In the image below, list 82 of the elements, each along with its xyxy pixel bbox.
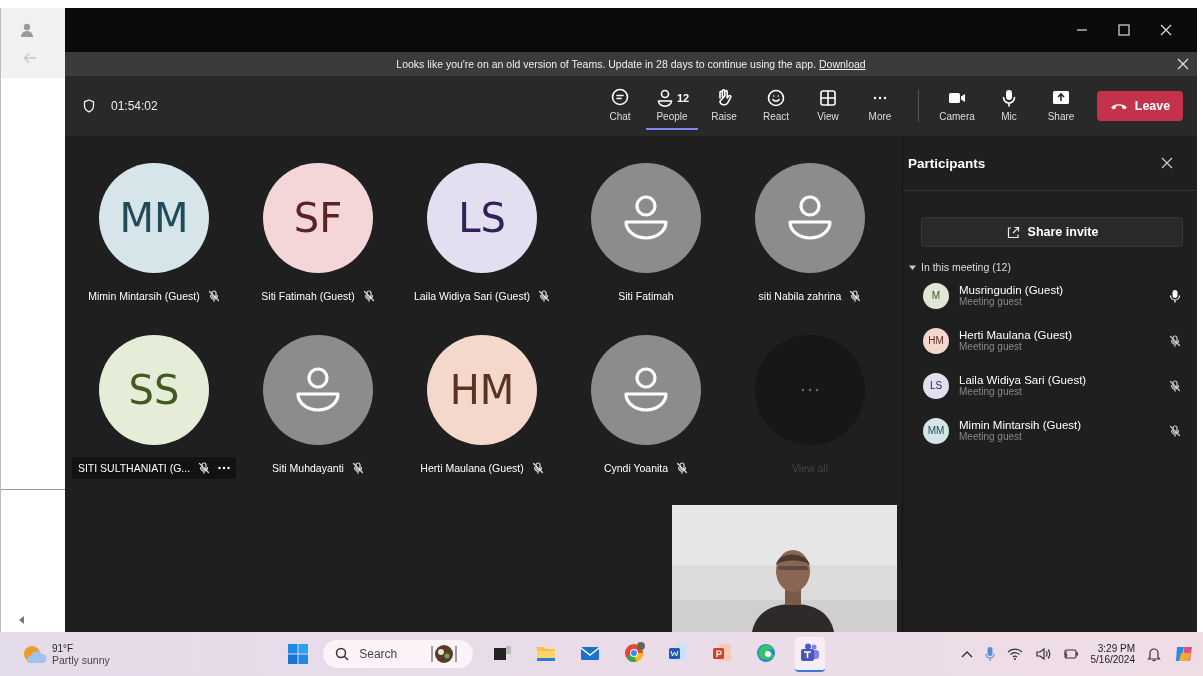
share-icon xyxy=(1005,225,1020,239)
more-icon xyxy=(872,96,888,100)
react-button[interactable]: React xyxy=(750,82,802,130)
bell-icon[interactable] xyxy=(1147,646,1161,662)
volume-icon[interactable] xyxy=(1034,647,1051,661)
participant-row[interactable]: HM Herti Maulana (Guest) Meeting guest xyxy=(903,318,1197,363)
chevron-up-icon[interactable] xyxy=(960,650,973,658)
section-header[interactable]: In this meeting (12) xyxy=(909,261,1197,273)
participant-name: siti Nabila zahrina xyxy=(758,290,842,302)
battery-icon[interactable] xyxy=(1062,648,1079,660)
start-icon[interactable] xyxy=(287,643,310,665)
participant-name: Herti Maulana (Guest) xyxy=(959,329,1074,341)
more-icon xyxy=(801,388,819,392)
participant-name: Cyndi Yoanita xyxy=(603,462,669,474)
raise-button[interactable]: Raise xyxy=(698,82,750,130)
food-bowl-icon xyxy=(429,643,460,665)
wifi-icon[interactable] xyxy=(1006,647,1023,661)
scroll-left-icon[interactable] xyxy=(19,616,25,624)
participant-role: Meeting guest xyxy=(959,431,1023,442)
mic-button[interactable]: Mic xyxy=(983,82,1035,130)
participant-name: Laila Widiya Sari (Guest) xyxy=(413,290,531,302)
search-icon xyxy=(335,647,350,661)
participant-row[interactable]: LS Laila Widiya Sari (Guest) Meeting guest xyxy=(903,363,1197,408)
more-button[interactable]: More xyxy=(854,82,906,130)
update-notice: Looks like you're on an old version of Teams. Update in 28 days to continue using the app. Download xyxy=(396,58,866,70)
participant-name: Mimin Mintarsih (Guest) xyxy=(959,419,1083,431)
participant-name: Siti Fatimah xyxy=(618,290,674,302)
weather-icon xyxy=(22,643,48,665)
chat-button[interactable]: Chat xyxy=(594,82,646,130)
participant-role: Meeting guest xyxy=(959,341,1023,352)
participant-row[interactable]: M Musringudin (Guest) Meeting guest xyxy=(903,273,1197,318)
close-icon[interactable] xyxy=(1177,58,1189,70)
view-button[interactable]: View xyxy=(802,82,854,130)
participant-role: Meeting guest xyxy=(959,296,1023,307)
avatar: SS xyxy=(99,335,209,445)
person-icon xyxy=(622,194,670,242)
close-icon[interactable] xyxy=(1160,24,1172,36)
participant-row[interactable]: MM Mimin Mintarsih (Guest) Meeting guest xyxy=(903,408,1197,453)
microphone-icon[interactable] xyxy=(984,646,995,662)
search-input[interactable]: Search xyxy=(357,646,422,662)
avatar: HM xyxy=(427,335,537,445)
panel-title: Participants xyxy=(908,155,986,171)
share-invite-button[interactable]: Share invite xyxy=(921,217,1183,247)
shield-icon xyxy=(83,99,95,113)
more-icon[interactable] xyxy=(218,466,231,470)
participant-name: SITI SULTHANIATI (G... xyxy=(77,462,191,474)
browser-icon xyxy=(623,640,646,663)
temperature: 91°F xyxy=(52,642,75,654)
avatar: LS xyxy=(923,372,949,399)
camera-button[interactable]: Camera xyxy=(931,82,983,130)
taskbar-app[interactable] xyxy=(795,636,826,672)
avatar: SF xyxy=(263,163,373,273)
participant-role: Meeting guest xyxy=(959,386,1023,397)
weather-condition: Partly sunny xyxy=(52,653,110,666)
call-timer: 01:54:02 xyxy=(111,99,158,113)
person-icon xyxy=(294,366,342,414)
maximize-icon[interactable] xyxy=(1118,24,1130,36)
avatar: MM xyxy=(99,163,209,273)
participant-name: Musringudin (Guest) xyxy=(959,284,1065,296)
share-button[interactable]: Share xyxy=(1035,82,1087,130)
avatar: M xyxy=(923,282,949,309)
chat-icon xyxy=(610,88,630,108)
avatar: HM xyxy=(923,327,949,354)
phone-icon xyxy=(1109,101,1128,111)
clock[interactable]: 3:29 PM 5/16/2024 xyxy=(1090,643,1135,665)
avatar: LS xyxy=(427,163,537,273)
person-icon xyxy=(786,194,834,242)
leave-button[interactable]: Leave xyxy=(1097,91,1183,121)
search-bar[interactable]: Search xyxy=(323,640,474,668)
download-link[interactable]: Download xyxy=(819,58,866,70)
close-icon[interactable] xyxy=(1161,157,1173,169)
grid-icon xyxy=(818,88,838,108)
smiley-icon xyxy=(766,88,786,108)
person-icon xyxy=(622,366,670,414)
participant-name: Siti Muhdayanti xyxy=(272,462,344,474)
participant-name: Laila Widiya Sari (Guest) xyxy=(959,374,1088,386)
participant-name: Herti Maulana (Guest) xyxy=(420,462,524,474)
avatar: MM xyxy=(923,417,949,444)
participant-count: 12 xyxy=(676,92,690,104)
people-button[interactable]: 12 People xyxy=(646,82,698,130)
participant-name: Mimin Mintarsih (Guest) xyxy=(88,290,200,302)
participant-name: Siti Fatimah (Guest) xyxy=(261,290,355,302)
